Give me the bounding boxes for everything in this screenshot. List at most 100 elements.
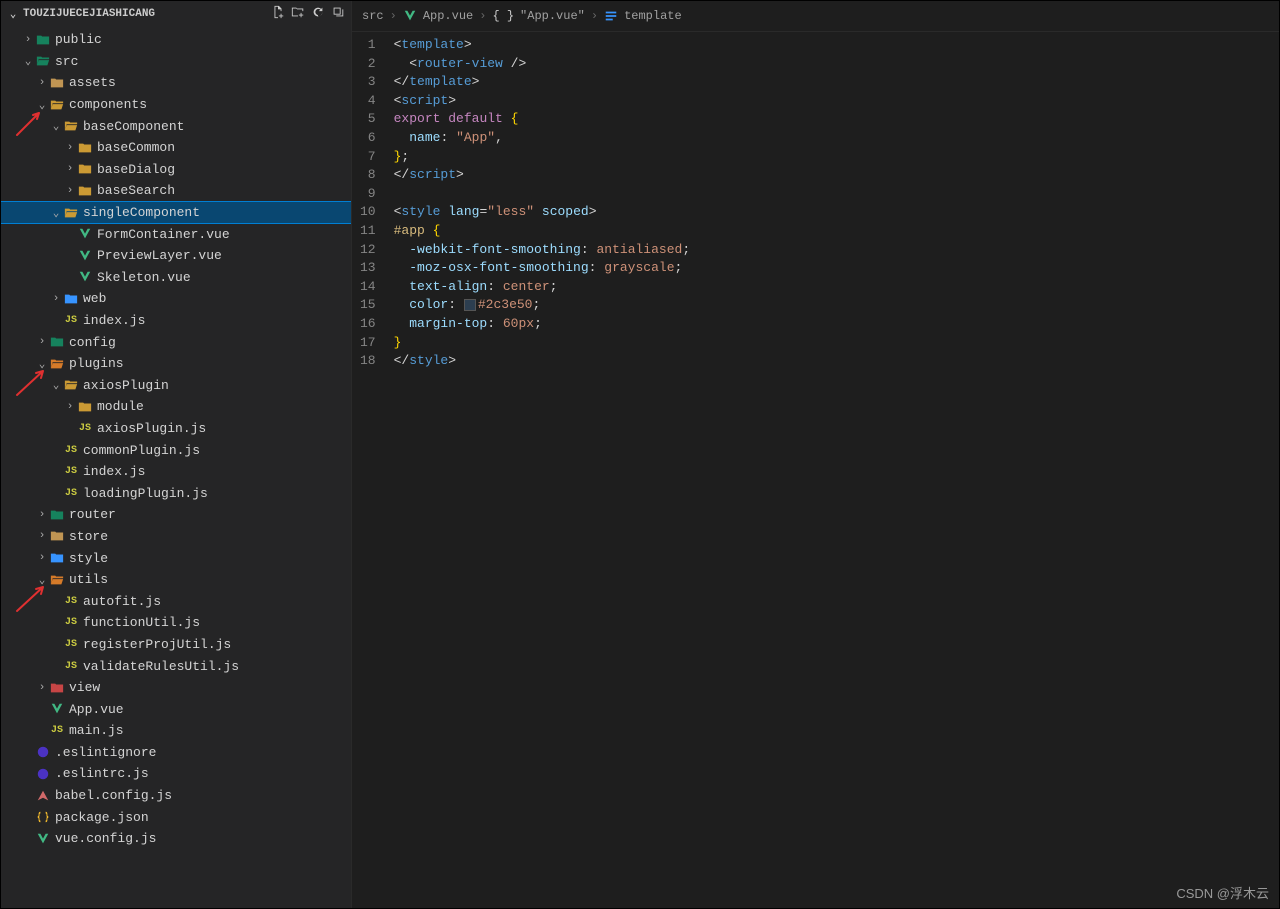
folder-icon: [49, 681, 65, 695]
code-area[interactable]: 123456789101112131415161718 <template> <…: [352, 32, 1279, 908]
tree-item-label: FormContainer.vue: [97, 227, 230, 242]
tree-item-label: baseComponent: [83, 119, 184, 134]
chevron-icon[interactable]: ⌄: [35, 573, 49, 587]
tree-file[interactable]: vue.config.js: [1, 828, 351, 850]
tree-folder[interactable]: ⌄ utils: [1, 569, 351, 591]
chevron-right-icon: ›: [591, 9, 598, 23]
tree-file[interactable]: .eslintrc.js: [1, 763, 351, 785]
chevron-icon[interactable]: ›: [35, 552, 49, 564]
vue-icon: [77, 270, 93, 284]
explorer-header[interactable]: ⌄ TOUZIJUECEJIASHICANG: [1, 1, 351, 27]
chevron-icon[interactable]: ⌄: [49, 119, 63, 133]
new-file-icon[interactable]: [271, 5, 285, 23]
breadcrumb-part[interactable]: template: [624, 9, 682, 23]
tree-item-label: functionUtil.js: [83, 615, 200, 630]
tree-file[interactable]: JSautofit.js: [1, 590, 351, 612]
tree-folder[interactable]: › store: [1, 526, 351, 548]
tree-file[interactable]: FormContainer.vue: [1, 223, 351, 245]
vue-icon: [77, 227, 93, 241]
tree-file[interactable]: babel.config.js: [1, 785, 351, 807]
tree-folder[interactable]: › public: [1, 29, 351, 51]
folder-icon: [77, 162, 93, 176]
tree-file[interactable]: JSindex.js: [1, 461, 351, 483]
chevron-icon[interactable]: ⌄: [49, 206, 63, 220]
tree-file[interactable]: JScommonPlugin.js: [1, 439, 351, 461]
tree-folder[interactable]: ⌄ baseComponent: [1, 115, 351, 137]
chevron-icon[interactable]: ›: [63, 401, 77, 413]
chevron-icon[interactable]: ›: [49, 293, 63, 305]
json-icon: [35, 810, 51, 824]
tree-item-label: style: [69, 551, 108, 566]
eslint-icon: [35, 767, 51, 781]
tree-folder[interactable]: ›baseDialog: [1, 159, 351, 181]
tree-item-label: commonPlugin.js: [83, 443, 200, 458]
chevron-icon[interactable]: ›: [35, 77, 49, 89]
chevron-icon[interactable]: ⌄: [35, 357, 49, 371]
tree-file[interactable]: JSfunctionUtil.js: [1, 612, 351, 634]
new-folder-icon[interactable]: [291, 5, 305, 23]
chevron-icon[interactable]: ⌄: [35, 98, 49, 112]
tree-folder[interactable]: ›module: [1, 396, 351, 418]
collapse-all-icon[interactable]: [331, 5, 345, 23]
breadcrumb-part[interactable]: "App.vue": [520, 9, 585, 23]
tree-item-label: utils: [69, 572, 108, 587]
tree-file[interactable]: JSregisterProjUtil.js: [1, 634, 351, 656]
tree-file[interactable]: JSmain.js: [1, 720, 351, 742]
tree-file[interactable]: JSvalidateRulesUtil.js: [1, 655, 351, 677]
folder-icon: [49, 98, 65, 112]
chevron-icon[interactable]: ›: [63, 163, 77, 175]
tree-file[interactable]: App.vue: [1, 698, 351, 720]
tree-folder[interactable]: ⌄axiosPlugin: [1, 375, 351, 397]
template-icon: [604, 9, 618, 23]
tree-item-label: singleComponent: [83, 205, 200, 220]
tree-folder[interactable]: ›baseCommon: [1, 137, 351, 159]
tree-item-label: vue.config.js: [55, 831, 156, 846]
tree-folder[interactable]: › view: [1, 677, 351, 699]
tree-folder[interactable]: ›web: [1, 288, 351, 310]
explorer-title: TOUZIJUECEJIASHICANG: [23, 8, 155, 20]
tree-folder[interactable]: ›config: [1, 331, 351, 353]
breadcrumb[interactable]: src › App.vue › { } "App.vue" › template: [352, 1, 1279, 32]
chevron-icon[interactable]: ›: [35, 530, 49, 542]
chevron-icon[interactable]: ⌄: [49, 378, 63, 392]
tree-folder[interactable]: ⌄src: [1, 51, 351, 73]
refresh-icon[interactable]: [311, 5, 325, 23]
app-root: ⌄ TOUZIJUECEJIASHICANG: [0, 0, 1280, 909]
tree-file[interactable]: JS index.js: [1, 310, 351, 332]
tree-file[interactable]: package.json: [1, 806, 351, 828]
tree-folder[interactable]: ⌄plugins: [1, 353, 351, 375]
breadcrumb-part[interactable]: src: [362, 9, 384, 23]
chevron-icon[interactable]: ›: [35, 509, 49, 521]
js-icon: JS: [77, 423, 93, 434]
tree-folder[interactable]: ⌄ singleComponent: [1, 202, 351, 224]
chevron-icon[interactable]: ›: [21, 34, 35, 46]
tree-item-label: view: [69, 680, 100, 695]
tree-file[interactable]: PreviewLayer.vue: [1, 245, 351, 267]
tree-file[interactable]: JSaxiosPlugin.js: [1, 418, 351, 440]
tree-file[interactable]: Skeleton.vue: [1, 267, 351, 289]
chevron-icon[interactable]: ›: [35, 682, 49, 694]
js-icon: JS: [63, 315, 79, 326]
tree-folder[interactable]: ⌄components: [1, 94, 351, 116]
chevron-icon[interactable]: ›: [63, 142, 77, 154]
tree-item-label: babel.config.js: [55, 788, 172, 803]
folder-icon: [49, 357, 65, 371]
folder-icon: [63, 119, 79, 133]
file-tree[interactable]: ›public⌄src›assets⌄components⌄baseCompon…: [1, 27, 351, 908]
tree-item-label: public: [55, 32, 102, 47]
chevron-icon[interactable]: ⌄: [21, 54, 35, 68]
folder-icon: [49, 551, 65, 565]
chevron-icon[interactable]: ›: [63, 185, 77, 197]
js-icon: JS: [63, 488, 79, 499]
tree-folder[interactable]: › style: [1, 547, 351, 569]
tree-folder[interactable]: ›baseSearch: [1, 180, 351, 202]
tree-folder[interactable]: ›assets: [1, 72, 351, 94]
tree-file[interactable]: JSloadingPlugin.js: [1, 482, 351, 504]
tree-item-label: store: [69, 529, 108, 544]
breadcrumb-part[interactable]: App.vue: [423, 9, 473, 23]
code-content[interactable]: <template> <router-view /></template><sc…: [394, 36, 1279, 908]
tree-folder[interactable]: ›router: [1, 504, 351, 526]
chevron-icon[interactable]: ›: [35, 336, 49, 348]
tree-item-label: index.js: [83, 313, 145, 328]
tree-file[interactable]: .eslintignore: [1, 742, 351, 764]
